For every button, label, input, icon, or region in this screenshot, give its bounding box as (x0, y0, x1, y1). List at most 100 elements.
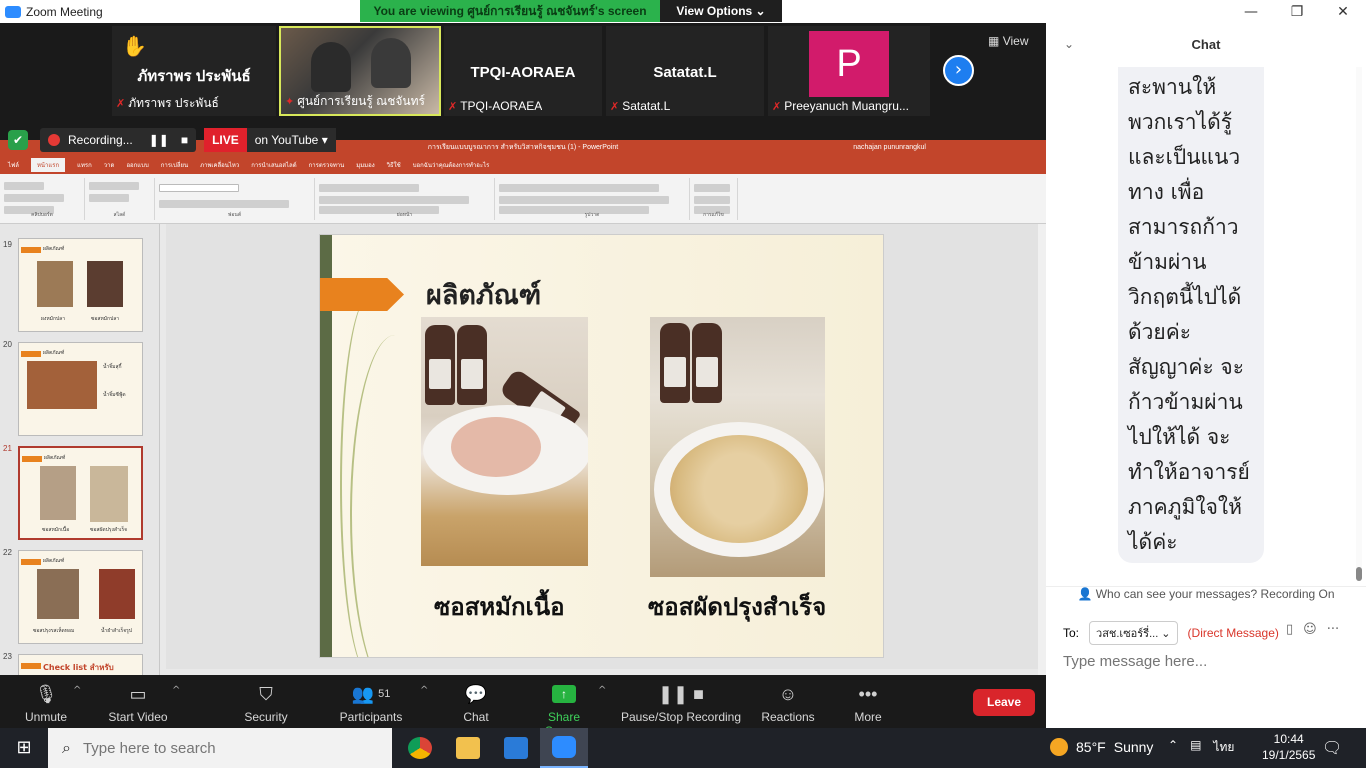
video-options-caret[interactable]: ^ (172, 685, 180, 696)
ppt-ribbon-tabs: ไฟล์ หน้าแรก แทรก วาด ออกแบบ การเปลี่ยน … (0, 156, 1046, 174)
title-arrow-shape (320, 278, 404, 311)
chevron-up-icon[interactable]: ⌃ (1168, 738, 1178, 757)
windows-start-icon[interactable]: ⊞ (0, 728, 48, 768)
next-page-button[interactable]: › (943, 55, 974, 86)
participants-button[interactable]: 👥 51 Participants (336, 681, 406, 725)
ppt-tab[interactable]: วาด (104, 160, 115, 170)
video-person (371, 38, 411, 88)
current-slide: ผลิตภัณฑ์ ซอสหมักเนื้อ ซอสผัดปรุงสำเร็จ (319, 234, 884, 658)
chat-message-line: ก้าวข้ามผ่าน (1128, 390, 1243, 414)
chat-message-line: ภาคภูมิใจให้ (1128, 495, 1243, 519)
slide-thumbnail[interactable]: Check list สำหรับ (18, 654, 143, 675)
photos-taskbar-icon[interactable] (492, 728, 540, 768)
ppt-tab[interactable]: มุมมอง (356, 160, 374, 170)
chat-input[interactable] (1063, 649, 1353, 673)
share-options-caret[interactable]: ^ (598, 685, 606, 696)
participant-video-tile[interactable]: ✦ ศูนย์การเรียนรู้ ณชจันทร์ (279, 26, 441, 116)
participant-tile[interactable]: Satatat.L ✗ Satatat.L (606, 26, 764, 116)
reactions-button[interactable]: ☺ Reactions (760, 681, 816, 725)
mic-muted-icon: ✗ (116, 98, 126, 110)
participant-big-name: ภัทราพร ประพันธ์ (137, 68, 251, 85)
participant-big-name: TPQI-AORAEA (470, 64, 576, 81)
more-button[interactable]: ••• More (846, 681, 890, 725)
slide-thumbnail[interactable]: ผลิตภัณฑ์ ผงหมักปลา ซอสหมักปลา (18, 238, 143, 332)
windows-taskbar: ⊞ ⌕ 85°FSunny ⌃ ▤ ไทย 10:44 19/1/2565 🗨 (0, 728, 1366, 768)
shield-icon[interactable]: ✔ (8, 130, 28, 150)
ppt-tab[interactable]: วิธีใช้ (387, 160, 401, 170)
who-can-see-link[interactable]: 👤 Who can see your messages? Recording O… (1046, 586, 1366, 601)
product-image-marinade (421, 317, 588, 566)
weather-widget[interactable]: 85°F Sunny (1050, 738, 1153, 756)
ppt-tell-me[interactable]: บอกฉันว่าคุณต้องการทำอะไร (413, 160, 490, 170)
slide-thumbnail[interactable]: ผลิตภัณฑ์ ซอสปรุงรสเห็ดหอม น้ำยำสำเร็จรู… (18, 550, 143, 644)
slide-thumbnail[interactable]: ผลิตภัณฑ์ น้ำจิ้มสุกี้ น้ำจิ้มซีฟู้ด (18, 342, 143, 436)
ppt-scrollbar[interactable] (1038, 224, 1046, 675)
meeting-toolbar: 🎙 Unmute ^ ▭ Start Video ^ ⛉ Security 👥 5… (0, 675, 1046, 738)
share-icon: ↑ (552, 685, 576, 703)
mic-muted-icon: 🎙 (34, 683, 58, 704)
minimize-icon[interactable]: — (1228, 4, 1274, 20)
viewing-banner: You are viewing ศูนย์การเรียนรู้ ณชจันทร… (360, 0, 660, 22)
more-dots-icon[interactable]: ··· (1327, 622, 1339, 637)
ppt-tab[interactable]: หน้าแรก (30, 158, 66, 172)
slide-thumbnail-selected[interactable]: ผลิตภัณฑ์ ซอสหมักเนื้อ ซอสผัดปรุงสำเร็จ (18, 446, 143, 540)
participants-icon: 👥 51 (351, 683, 391, 704)
notification-icon[interactable]: 🗨 (1322, 738, 1342, 757)
participants-caret[interactable]: ^ (420, 685, 428, 696)
participant-name: ✗ Preeyanuch Muangru... (772, 99, 909, 113)
leave-button[interactable]: Leave (973, 689, 1035, 716)
ppt-tab[interactable]: การเปลี่ยน (161, 160, 188, 170)
ppt-tab[interactable]: การนำเสนอสไลด์ (251, 160, 296, 170)
file-explorer-taskbar-icon[interactable] (444, 728, 492, 768)
ppt-tab[interactable]: ออกแบบ (126, 160, 148, 170)
network-icon[interactable]: ▤ (1190, 738, 1201, 757)
audio-options-caret[interactable]: ^ (73, 685, 81, 696)
emoji-icon[interactable]: ☺ (1303, 622, 1317, 637)
file-icon[interactable]: ▯ (1286, 622, 1293, 637)
slide-title: ผลิตภัณฑ์ (426, 280, 542, 311)
participant-tile[interactable]: TPQI-AORAEA ✗ TPQI-AORAEA (444, 26, 602, 116)
ribbon-group: คลิปบอร์ด (0, 178, 85, 220)
taskbar-search[interactable]: ⌕ (48, 728, 392, 768)
chat-message-line: ด้วยค่ะ (1128, 320, 1192, 344)
restore-icon[interactable]: ❐ (1274, 4, 1320, 20)
video-person (311, 42, 351, 92)
ribbon-group: ย่อหน้า (315, 178, 495, 220)
chat-message-line: ได้ค่ะ (1128, 530, 1178, 554)
pause-icon[interactable]: ❚❚ (149, 133, 169, 147)
pause-stop-recording-button[interactable]: ❚❚ ■ Pause/Stop Recording (620, 681, 742, 725)
stop-icon[interactable]: ■ (181, 133, 188, 147)
view-button[interactable]: ▦ View (988, 34, 1028, 48)
product-image-stirfry (650, 317, 825, 577)
clock[interactable]: 10:44 19/1/2565 (1262, 731, 1315, 763)
unmute-button[interactable]: 🎙 Unmute (18, 681, 74, 725)
ppt-tab[interactable]: ไฟล์ (8, 160, 19, 170)
ppt-tab[interactable]: แทรก (77, 160, 92, 170)
mic-icon: ✦ (285, 96, 295, 108)
participant-name: ✗ Satatat.L (610, 99, 671, 113)
participant-tile[interactable]: ✋ ภัทราพร ประพันธ์ ✗ ภัทราพร ประพันธ์ (112, 26, 276, 116)
zoom-taskbar-icon[interactable] (540, 728, 588, 768)
close-icon[interactable]: ✕ (1320, 4, 1366, 20)
ppt-tab[interactable]: ภาพเคลื่อนไหว (200, 160, 239, 170)
ribbon-group: รูปวาด (495, 178, 690, 220)
slide-number: 23 (3, 652, 12, 661)
chat-button[interactable]: 💬 Chat (452, 681, 500, 725)
chrome-taskbar-icon[interactable] (396, 728, 444, 768)
more-dots-icon: ••• (858, 683, 878, 704)
system-tray: ⌃ ▤ ไทย (1168, 738, 1234, 757)
ribbon-group: สไลด์ (85, 178, 155, 220)
view-options-button[interactable]: View Options ⌄ (660, 0, 782, 22)
start-video-button[interactable]: ▭ Start Video (104, 681, 172, 725)
ppt-tab[interactable]: การตรวจทาน (309, 160, 345, 170)
slide-thumbnails: 19 ผลิตภัณฑ์ ผงหมักปลา ซอสหมักปลา 20 ผลิ… (0, 224, 160, 675)
chat-header: ⌄ Chat (1046, 23, 1366, 67)
language-indicator[interactable]: ไทย (1213, 738, 1234, 757)
chat-scrollbar[interactable] (1356, 67, 1362, 581)
slide-number: 21 (3, 444, 12, 453)
recipient-dropdown[interactable]: วสช.เซอร์รี่... ⌄ (1089, 621, 1178, 645)
security-button[interactable]: ⛉ Security (238, 681, 294, 725)
recording-label: Recording... (68, 133, 133, 147)
live-platform-dropdown[interactable]: on YouTube ▾ (246, 128, 336, 152)
search-input[interactable] (82, 739, 363, 757)
